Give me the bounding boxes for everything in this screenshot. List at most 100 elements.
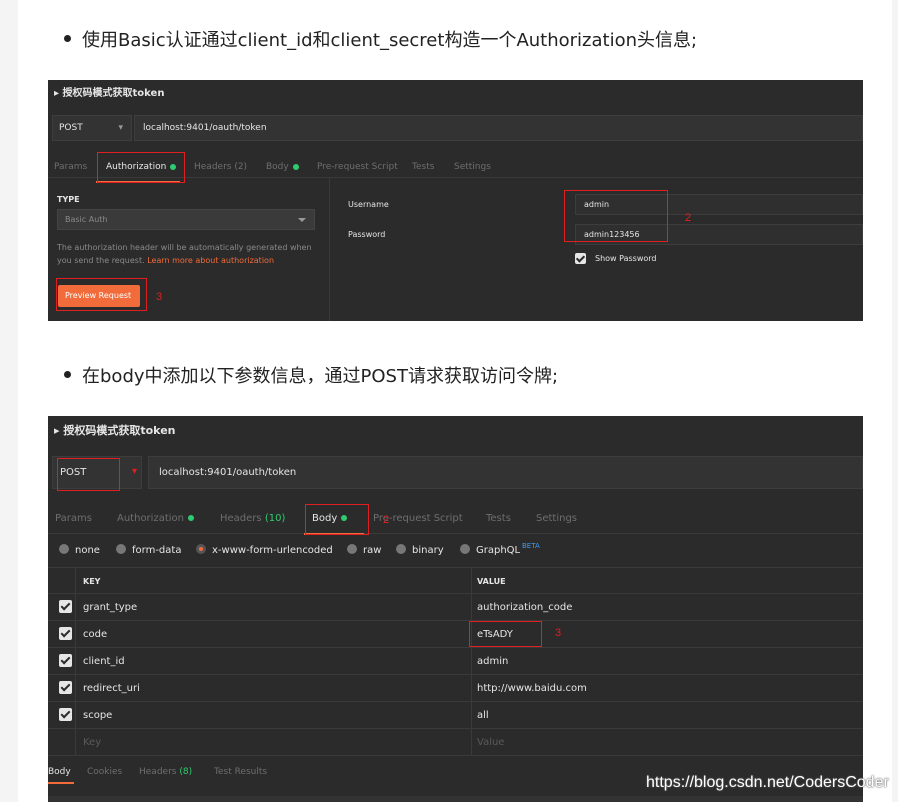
status-dot-icon	[292, 163, 299, 170]
response-tab-test-results[interactable]: Test Results	[214, 767, 267, 777]
tab-label: Body	[266, 162, 289, 172]
row-checkbox[interactable]	[59, 600, 72, 613]
tab-prerequest-script[interactable]: Pre-request Script	[317, 162, 398, 172]
tab-settings[interactable]: Settings	[454, 162, 491, 172]
caret-down-icon	[298, 218, 306, 222]
column-header-value: VALUE	[477, 577, 506, 586]
radio-label: raw	[363, 545, 382, 556]
headers-count-badge: (10)	[264, 513, 286, 524]
table-row-new: Key Value	[48, 729, 863, 756]
param-key[interactable]: grant_type	[83, 602, 137, 613]
radio-circle-icon	[116, 544, 126, 554]
url-input[interactable]: localhost:9401/oauth/token	[134, 115, 863, 141]
table-header-row: KEY VALUE	[48, 567, 863, 594]
param-key[interactable]: code	[83, 629, 107, 640]
row-checkbox[interactable]	[59, 681, 72, 694]
radio-circle-icon	[396, 544, 406, 554]
column-divider	[471, 675, 472, 701]
headers-count-badge: (8)	[179, 767, 193, 777]
response-tab-headers[interactable]: Headers (8)	[139, 767, 192, 777]
bullet-item-body-params: 在body中添加以下参数信息，通过POST请求获取访问令牌;	[64, 362, 559, 388]
show-password-checkbox[interactable]	[575, 253, 586, 264]
radio-selected-icon	[196, 544, 206, 554]
tab-headers[interactable]: Headers (2)	[194, 162, 247, 172]
bullet-text: 使用Basic认证通过client_id和client_secret构造一个Au…	[82, 30, 698, 51]
table-row: code eTsADY	[48, 621, 863, 648]
chevron-down-icon[interactable]: ▾	[132, 466, 137, 477]
param-value[interactable]: all	[477, 710, 489, 721]
learn-more-link[interactable]: Learn more about authorization	[147, 256, 274, 265]
radio-form-data[interactable]: form-data	[116, 544, 181, 556]
tab-label: Headers (2)	[194, 162, 248, 172]
annotation-box-code	[469, 621, 542, 647]
tab-settings[interactable]: Settings	[536, 513, 577, 524]
row-check-cell	[48, 621, 76, 647]
column-divider	[471, 729, 472, 755]
watermark-text: https://blog.csdn.net/CodersCoder	[646, 774, 889, 791]
row-check-cell	[48, 729, 76, 755]
active-tab-indicator	[48, 782, 74, 784]
method-value: POST	[59, 123, 83, 133]
annotation-box-method	[57, 458, 120, 491]
tab-body[interactable]: Body	[266, 162, 299, 172]
param-key[interactable]: redirect_uri	[83, 683, 140, 694]
status-dot-icon	[187, 515, 194, 521]
password-label: Password	[348, 230, 386, 239]
row-check-cell	[48, 675, 76, 701]
auth-type-label: TYPE	[57, 195, 80, 204]
chevron-down-icon: ▾	[118, 123, 123, 133]
param-key[interactable]: scope	[83, 710, 112, 721]
tab-tests[interactable]: Tests	[412, 162, 434, 172]
radio-label: binary	[412, 545, 444, 556]
radio-graphql[interactable]: GraphQL	[460, 544, 520, 556]
request-title: ▸ 授权码模式获取token	[54, 88, 165, 99]
request-title: ▸ 授权码模式获取token	[54, 424, 176, 437]
row-checkbox[interactable]	[59, 654, 72, 667]
tab-headers[interactable]: Headers (10)	[220, 513, 285, 524]
response-tab-cookies[interactable]: Cookies	[87, 767, 122, 777]
tab-tests[interactable]: Tests	[486, 513, 511, 524]
tab-params[interactable]: Params	[55, 513, 92, 524]
column-header-key: KEY	[83, 577, 101, 586]
table-row: client_id admin	[48, 648, 863, 675]
postman-authorization-screenshot: ▸ 授权码模式获取token POST ▾ localhost:9401/oau…	[48, 80, 863, 321]
auth-type-select[interactable]: Basic Auth	[57, 209, 315, 230]
column-divider	[471, 568, 472, 594]
new-value-input[interactable]: Value	[477, 737, 504, 748]
header-cell-check	[48, 568, 76, 594]
bullet-text: 在body中添加以下参数信息，通过POST请求获取访问令牌;	[82, 366, 559, 387]
radio-raw[interactable]: raw	[347, 544, 381, 556]
annotation-number: 2	[383, 514, 390, 526]
param-key[interactable]: client_id	[83, 656, 125, 667]
annotation-box-preview	[56, 278, 147, 311]
url-input[interactable]: localhost:9401/oauth/token	[148, 456, 863, 489]
annotation-box-authorization	[97, 152, 185, 183]
tab-authorization[interactable]: Authorization	[117, 513, 194, 524]
new-key-input[interactable]: Key	[83, 737, 101, 748]
radio-none[interactable]: none	[59, 544, 100, 556]
row-check-cell	[48, 594, 76, 620]
radio-x-www-form-urlencoded[interactable]: x-www-form-urlencoded	[196, 544, 333, 556]
param-value[interactable]: authorization_code	[477, 602, 572, 613]
annotation-number: 3	[555, 627, 562, 639]
beta-badge: BETA	[522, 542, 540, 550]
row-checkbox[interactable]	[59, 708, 72, 721]
tab-label: Authorization	[117, 513, 184, 524]
row-checkbox[interactable]	[59, 627, 72, 640]
radio-label: none	[75, 545, 100, 556]
annotation-box-body-tab	[305, 504, 369, 535]
response-tab-body[interactable]: Body	[48, 767, 71, 777]
tab-params[interactable]: Params	[54, 162, 87, 172]
param-value[interactable]: http://www.baidu.com	[477, 683, 587, 694]
column-divider	[471, 594, 472, 620]
annotation-box-credentials	[564, 190, 668, 242]
radio-label: x-www-form-urlencoded	[212, 545, 333, 556]
divider	[48, 533, 863, 534]
radio-circle-icon	[347, 544, 357, 554]
radio-binary[interactable]: binary	[396, 544, 444, 556]
bullet-item-basic-auth: 使用Basic认证通过client_id和client_secret构造一个Au…	[64, 26, 698, 52]
response-toolbar	[48, 796, 863, 802]
param-value[interactable]: admin	[477, 656, 508, 667]
method-select[interactable]: POST ▾	[52, 115, 132, 141]
annotation-number: 3	[156, 291, 163, 303]
